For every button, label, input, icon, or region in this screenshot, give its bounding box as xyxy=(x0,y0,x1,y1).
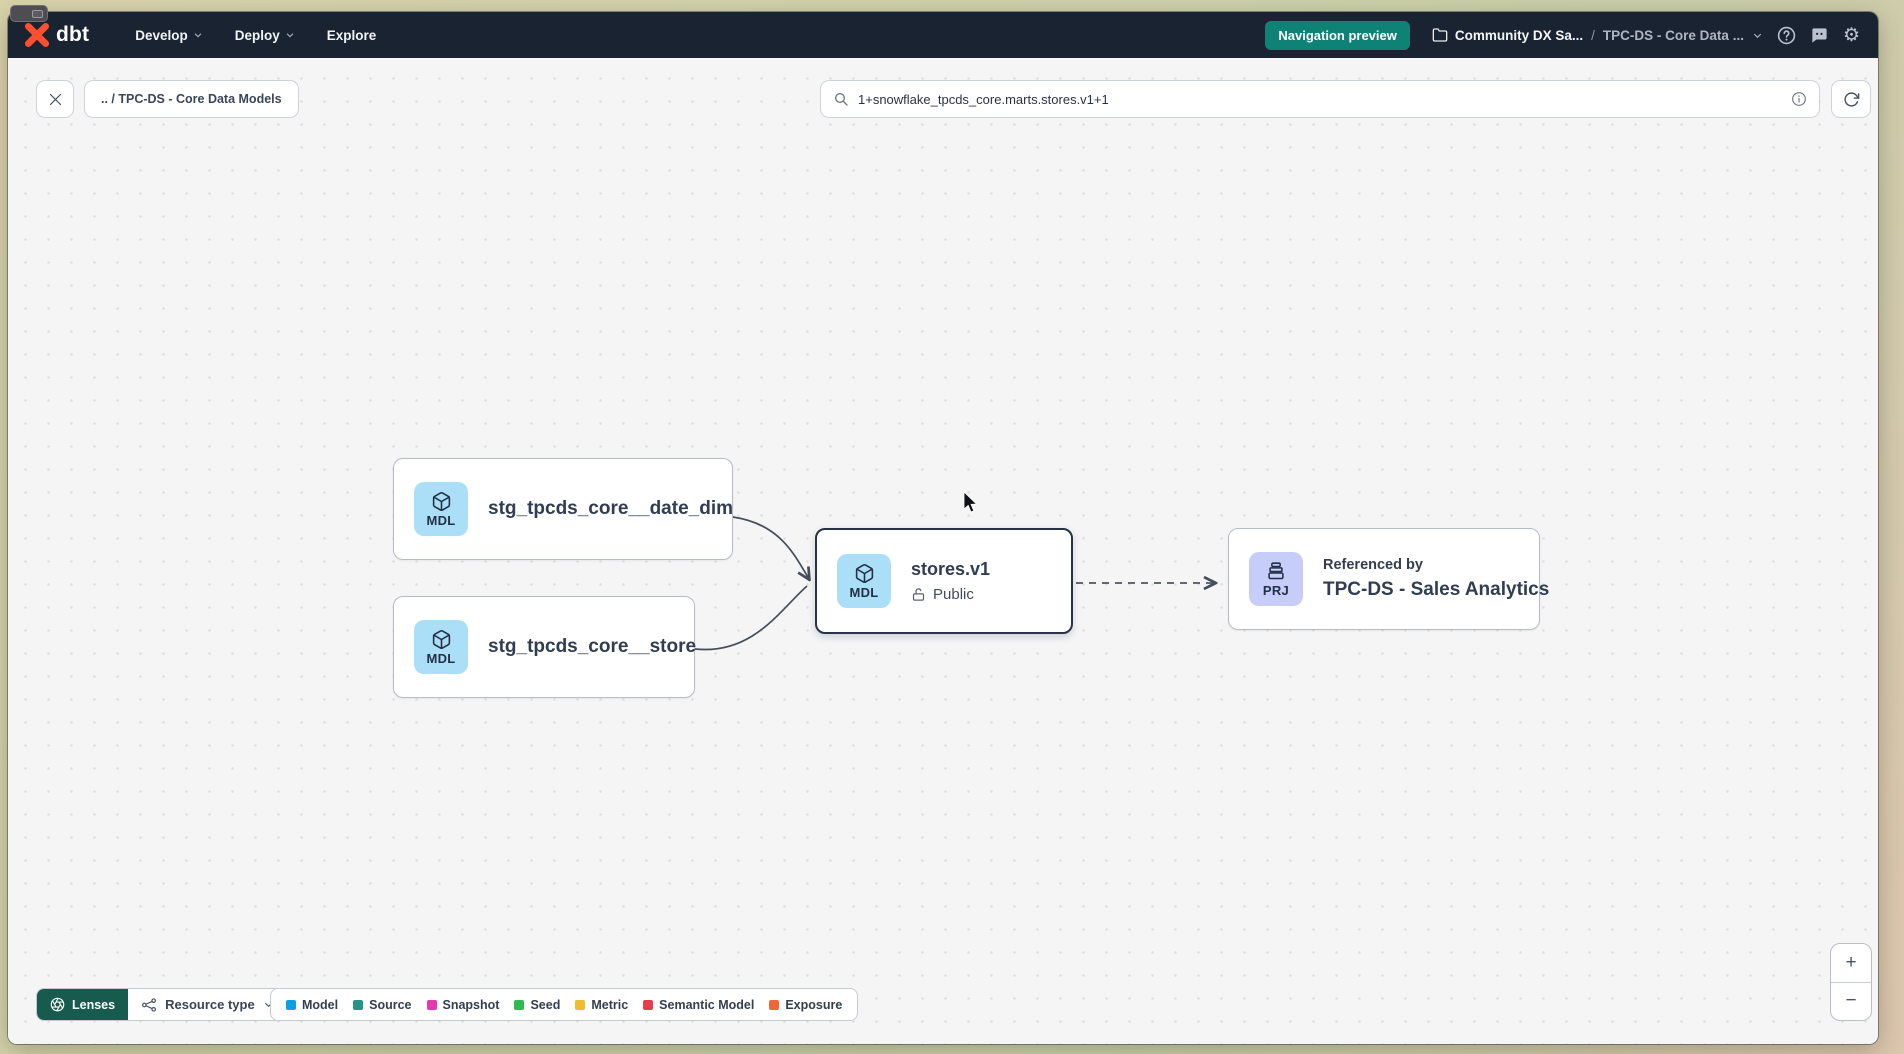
legend-swatch xyxy=(427,1000,437,1010)
aperture-icon xyxy=(50,997,65,1012)
help-icon[interactable] xyxy=(1777,26,1796,45)
menu-deploy[interactable]: Deploy xyxy=(223,20,307,51)
screen-capture-tab-artifact xyxy=(10,5,48,22)
legend-item-exposure: Exposure xyxy=(769,998,842,1012)
info-icon[interactable] xyxy=(1791,91,1807,107)
dbt-logo-icon xyxy=(24,22,50,48)
breadcrumb-project-label: Community DX Sa... xyxy=(1455,28,1583,43)
menu-deploy-label: Deploy xyxy=(235,28,280,43)
badge-label: PRJ xyxy=(1263,583,1289,598)
referenced-by-label: Referenced by xyxy=(1323,557,1549,573)
node-text-group: stores.v1 Public xyxy=(911,559,990,603)
badge-label: MDL xyxy=(426,651,455,666)
lenses-label: Lenses xyxy=(72,998,115,1012)
unlock-icon xyxy=(911,587,926,602)
badge-label: MDL xyxy=(849,585,878,600)
search-icon xyxy=(833,91,849,107)
resource-type-label: Resource type xyxy=(165,997,255,1012)
lineage-search-bar xyxy=(820,80,1820,118)
node-label: stg_tpcds_core__store xyxy=(488,636,696,658)
menu-develop-label: Develop xyxy=(135,28,188,43)
node-text-group: Referenced by TPC-DS - Sales Analytics xyxy=(1323,557,1549,601)
lineage-selector-input[interactable] xyxy=(858,92,1782,107)
resource-type-legend: Model Source Snapshot Seed Metric Semant… xyxy=(270,988,858,1021)
node-stores-v1[interactable]: MDL stores.v1 Public xyxy=(815,528,1073,634)
breadcrumb-section[interactable]: TPC-DS - Core Data ... xyxy=(1603,28,1744,43)
node-access-row: Public xyxy=(911,586,990,603)
model-badge: MDL xyxy=(837,554,891,608)
chevron-down-icon[interactable] xyxy=(1752,30,1763,41)
legend-swatch xyxy=(514,1000,524,1010)
zoom-controls: + − xyxy=(1830,943,1872,1021)
model-badge: MDL xyxy=(414,482,468,536)
node-label: TPC-DS - Sales Analytics xyxy=(1323,579,1549,601)
legend-swatch xyxy=(769,1000,779,1010)
legend-label: Semantic Model xyxy=(659,998,754,1012)
legend-item-metric: Metric xyxy=(575,998,628,1012)
close-lineage-button[interactable] xyxy=(36,80,74,118)
legend-label: Snapshot xyxy=(443,998,500,1012)
gear-icon[interactable]: ⚙ xyxy=(1843,26,1860,45)
legend-item-source: Source xyxy=(353,998,411,1012)
legend-label: Source xyxy=(369,998,411,1012)
stacked-trays-icon xyxy=(1265,560,1287,582)
legend-swatch xyxy=(286,1000,296,1010)
lenses-button[interactable]: Lenses xyxy=(37,989,128,1020)
chevron-down-icon xyxy=(193,30,203,40)
project-badge: PRJ xyxy=(1249,552,1303,606)
refresh-icon xyxy=(1843,91,1860,108)
resource-type-dropdown[interactable]: Resource type xyxy=(128,989,287,1020)
app-window: dbt Develop Deploy Explore Navigation pr… xyxy=(8,12,1878,1044)
menu-explore[interactable]: Explore xyxy=(315,20,389,51)
node-title: stores.v1 xyxy=(911,559,990,580)
dbt-logo-text: dbt xyxy=(56,23,89,47)
share-nodes-icon xyxy=(141,997,157,1013)
legend-item-seed: Seed xyxy=(514,998,560,1012)
navigation-preview-badge[interactable]: Navigation preview xyxy=(1265,21,1409,50)
capture-tab-icon xyxy=(32,10,43,18)
legend-item-snapshot: Snapshot xyxy=(427,998,500,1012)
breadcrumb-separator: / xyxy=(1591,28,1595,43)
close-icon xyxy=(48,92,63,107)
legend-label: Seed xyxy=(530,998,560,1012)
node-stg-tpcds-core-date-dim[interactable]: MDL stg_tpcds_core__date_dim xyxy=(393,458,733,560)
lens-controls: Lenses Resource type xyxy=(36,988,288,1021)
dbt-logo[interactable]: dbt xyxy=(24,22,89,48)
menu-develop[interactable]: Develop xyxy=(123,20,215,51)
menu-explore-label: Explore xyxy=(327,28,377,43)
refresh-lineage-button[interactable] xyxy=(1831,80,1871,118)
node-access-label: Public xyxy=(933,586,974,603)
zoom-out-button[interactable]: − xyxy=(1831,983,1871,1021)
cube-icon xyxy=(431,629,452,650)
navbar-right-group: Navigation preview Community DX Sa... / … xyxy=(1265,21,1860,50)
badge-label: MDL xyxy=(426,513,455,528)
edge-store-to-stores xyxy=(695,586,807,650)
model-badge: MDL xyxy=(414,620,468,674)
legend-swatch xyxy=(643,1000,653,1010)
node-stg-tpcds-core-store[interactable]: MDL stg_tpcds_core__store xyxy=(393,596,695,698)
top-navbar: dbt Develop Deploy Explore Navigation pr… xyxy=(8,12,1878,58)
legend-label: Model xyxy=(302,998,338,1012)
node-referenced-project[interactable]: PRJ Referenced by TPC-DS - Sales Analyti… xyxy=(1228,528,1540,630)
node-label: stg_tpcds_core__date_dim xyxy=(488,498,733,520)
cube-icon xyxy=(854,563,875,584)
zoom-in-button[interactable]: + xyxy=(1831,944,1871,982)
legend-item-semantic-model: Semantic Model xyxy=(643,998,754,1012)
breadcrumb-project[interactable]: Community DX Sa... xyxy=(1432,27,1583,43)
chevron-down-icon xyxy=(285,30,295,40)
project-breadcrumb[interactable]: Community DX Sa... / TPC-DS - Core Data … xyxy=(1432,27,1763,43)
feedback-icon[interactable] xyxy=(1810,26,1829,45)
legend-label: Exposure xyxy=(785,998,842,1012)
folder-icon xyxy=(1432,27,1448,43)
edge-date-dim-to-stores xyxy=(733,517,809,579)
legend-swatch xyxy=(575,1000,585,1010)
cube-icon xyxy=(431,491,452,512)
lineage-breadcrumb-chip[interactable]: .. / TPC-DS - Core Data Models xyxy=(84,80,299,118)
legend-item-model: Model xyxy=(286,998,338,1012)
legend-swatch xyxy=(353,1000,363,1010)
legend-label: Metric xyxy=(591,998,628,1012)
